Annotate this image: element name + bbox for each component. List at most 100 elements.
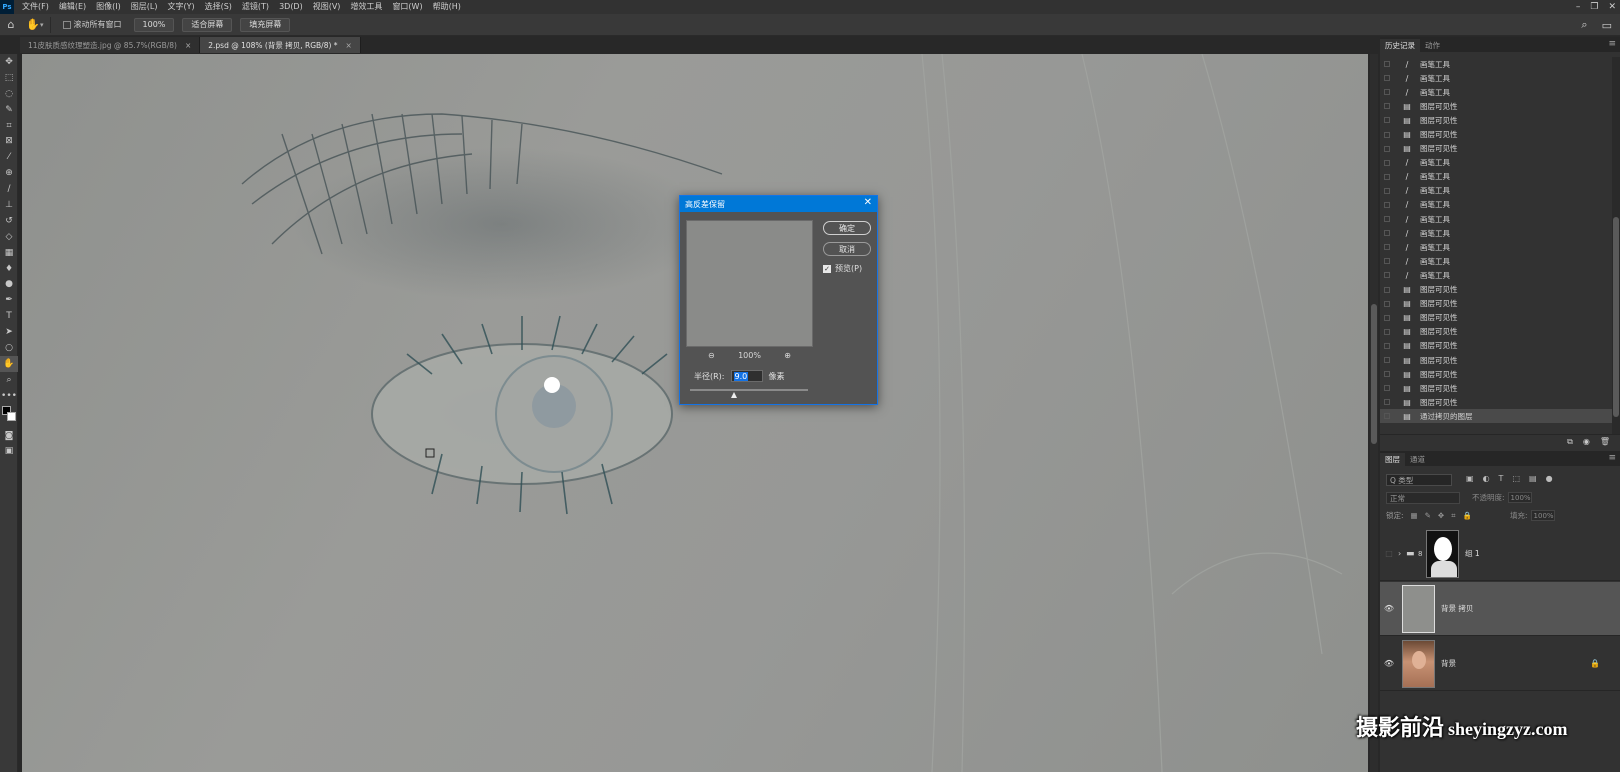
tab-history[interactable]: 历史记录 (1380, 39, 1420, 52)
history-item[interactable]: ∕ 画笔工具 (1380, 170, 1612, 184)
search-icon[interactable]: ⌕ (1581, 18, 1587, 32)
radius-input[interactable]: 9.0 (730, 370, 763, 382)
new-document-from-state-icon[interactable]: ⧉ (1567, 437, 1573, 447)
filter-preview[interactable] (686, 220, 813, 347)
history-item[interactable]: ▤ 图层可见性 (1380, 325, 1612, 339)
history-source-checkbox[interactable] (1380, 170, 1394, 184)
history-source-checkbox[interactable] (1380, 85, 1394, 99)
layer-row-group[interactable]: □ › ▬ 8 组 1 (1380, 527, 1620, 581)
history-item[interactable]: ▤ 图层可见性 (1380, 142, 1612, 156)
radius-slider-thumb[interactable] (730, 392, 737, 398)
menu-item-1[interactable]: 编辑(E) (54, 0, 91, 14)
history-source-checkbox[interactable] (1380, 113, 1394, 127)
scrollbar-thumb[interactable] (1613, 217, 1619, 417)
type-filter-icon[interactable]: T (1499, 474, 1504, 483)
history-source-checkbox[interactable] (1380, 254, 1394, 268)
lock-pixels-icon[interactable]: ✎ (1425, 511, 1431, 520)
opacity-input[interactable]: 100% (1507, 492, 1532, 503)
tab-document-2[interactable]: 2.psd @ 108% (背景 拷贝, RGB/8) * × (200, 37, 361, 53)
history-source-checkbox[interactable] (1380, 283, 1394, 297)
history-item[interactable]: ∕ 画笔工具 (1380, 254, 1612, 268)
zoom-in-icon[interactable]: ⊕ (784, 351, 791, 360)
pen-tool-icon[interactable]: ✒ (0, 292, 18, 308)
history-item[interactable]: ▤ 图层可见性 (1380, 367, 1612, 381)
history-source-checkbox[interactable] (1380, 325, 1394, 339)
fill-screen-button[interactable]: 填充屏幕 (240, 17, 291, 32)
more-tools-icon[interactable]: ••• (0, 388, 18, 404)
filter-toggle-icon[interactable]: ● (1546, 474, 1553, 483)
eyedropper-tool-icon[interactable]: ⁄ (0, 149, 18, 165)
workspace-icon[interactable]: ▭ (1602, 19, 1612, 32)
chevron-right-icon[interactable]: › (1398, 549, 1406, 558)
ellipse-tool-icon[interactable]: ○ (0, 340, 18, 356)
history-source-checkbox[interactable] (1380, 311, 1394, 325)
history-item[interactable]: ∕ 画笔工具 (1380, 156, 1612, 170)
menu-item-4[interactable]: 文字(Y) (162, 0, 199, 14)
history-source-checkbox[interactable] (1380, 128, 1394, 142)
menu-item-5[interactable]: 选择(S) (200, 0, 237, 14)
panel-menu-icon[interactable]: ≡ (1608, 453, 1616, 463)
eraser-tool-icon[interactable]: ◇ (0, 229, 18, 245)
history-item[interactable]: ▤ 图层可见性 (1380, 127, 1612, 141)
home-icon[interactable]: ⌂ (0, 14, 22, 36)
history-source-checkbox[interactable] (1380, 240, 1394, 254)
history-item[interactable]: ∕ 画笔工具 (1380, 198, 1612, 212)
menu-item-6[interactable]: 滤镜(T) (237, 0, 274, 14)
screen-mode-icon[interactable]: ▣ (0, 443, 18, 459)
preview-checkbox[interactable]: ✓ (823, 264, 831, 273)
history-item[interactable]: ▤ 通过拷贝的图层 (1380, 409, 1612, 424)
hand-tool-icon[interactable]: ✋ (0, 355, 18, 372)
history-source-checkbox[interactable] (1380, 198, 1394, 212)
close-button[interactable]: ✕ (1608, 2, 1616, 12)
history-source-checkbox[interactable] (1380, 226, 1394, 240)
menu-item-2[interactable]: 图像(I) (91, 0, 126, 14)
layer-name[interactable]: 背景 (1441, 658, 1456, 669)
layer-row-background-copy[interactable]: 👁 背景 拷贝 (1380, 582, 1620, 636)
menu-item-3[interactable]: 图层(L) (126, 0, 163, 14)
visibility-toggle[interactable]: □ (1380, 549, 1398, 558)
crop-tool-icon[interactable]: ⌗ (0, 118, 18, 134)
history-item[interactable]: ▤ 图层可见性 (1380, 297, 1612, 311)
gradient-tool-icon[interactable]: ▦ (0, 245, 18, 261)
healing-brush-tool-icon[interactable]: ⊕ (0, 165, 18, 181)
history-item[interactable]: ▤ 图层可见性 (1380, 353, 1612, 367)
history-scrollbar[interactable] (1612, 57, 1620, 434)
snapshot-camera-icon[interactable]: ◉ (1583, 437, 1590, 446)
layer-row-background[interactable]: 👁 背景 🔒 (1380, 637, 1620, 691)
blend-mode-select[interactable]: 正常 (1386, 492, 1460, 504)
scrollbar-thumb[interactable] (1371, 304, 1377, 444)
frame-tool-icon[interactable]: ⊠ (0, 133, 18, 149)
history-item[interactable]: ∕ 画笔工具 (1380, 85, 1612, 99)
history-source-checkbox[interactable] (1380, 339, 1394, 353)
close-icon[interactable]: × (185, 41, 191, 50)
history-source-checkbox[interactable] (1380, 184, 1394, 198)
history-item[interactable]: ∕ 画笔工具 (1380, 240, 1612, 254)
layer-name[interactable]: 背景 拷贝 (1441, 603, 1473, 614)
lasso-tool-icon[interactable]: ◌ (0, 86, 18, 102)
menu-item-11[interactable]: 帮助(H) (428, 0, 466, 14)
tab-document-1[interactable]: 11皮肤质感纹理塑造.jpg @ 85.7%(RGB/8) × (20, 37, 201, 53)
history-source-checkbox[interactable] (1380, 57, 1394, 71)
lock-icon[interactable]: 🔒 (1590, 659, 1600, 668)
history-source-checkbox[interactable] (1380, 268, 1394, 282)
history-item[interactable]: ∕ 画笔工具 (1380, 226, 1612, 240)
pixel-filter-icon[interactable]: ▣ (1466, 474, 1474, 483)
menu-item-10[interactable]: 窗口(W) (387, 0, 427, 14)
fill-input[interactable]: 100% (1530, 510, 1555, 521)
clone-stamp-tool-icon[interactable]: ⊥ (0, 197, 18, 213)
history-item[interactable]: ∕ 画笔工具 (1380, 57, 1612, 71)
trash-icon[interactable]: 🗑 (1600, 437, 1610, 446)
history-item[interactable]: ∕ 画笔工具 (1380, 71, 1612, 85)
shape-filter-icon[interactable]: ⬚ (1512, 474, 1520, 483)
tab-layers[interactable]: 图层 (1380, 453, 1405, 466)
panel-menu-icon[interactable]: ≡ (1608, 39, 1616, 49)
history-item[interactable]: ∕ 画笔工具 (1380, 184, 1612, 198)
cancel-button[interactable]: 取消 (823, 242, 871, 256)
history-item[interactable]: ▤ 图层可见性 (1380, 395, 1612, 409)
history-item[interactable]: ▤ 图层可见性 (1380, 283, 1612, 297)
history-item[interactable]: ▤ 图层可见性 (1380, 113, 1612, 127)
history-item[interactable]: ▤ 图层可见性 (1380, 99, 1612, 113)
history-item[interactable]: ▤ 图层可见性 (1380, 311, 1612, 325)
brush-tool-icon[interactable]: ∕ (0, 181, 18, 197)
layer-filter-input[interactable]: Q 类型 (1386, 474, 1452, 486)
